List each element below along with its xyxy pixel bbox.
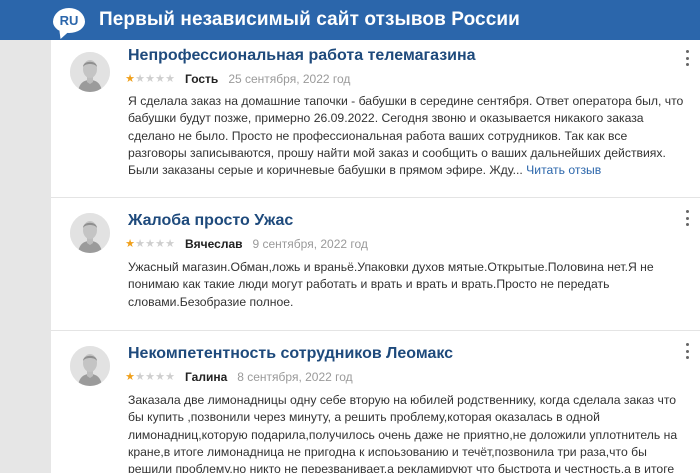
star-filled-icon: ★ [125, 238, 135, 250]
site-header: RU Первый независимый сайт отзывов Росси… [0, 0, 700, 40]
rating-stars: ★ ★ ★ ★ ★ [125, 73, 175, 85]
review-meta: ★ ★ ★ ★ ★ Галина 8 сентября, 2022 год [125, 370, 353, 384]
review-date: 25 сентября, 2022 год [228, 72, 351, 86]
review-item: Непрофессиональная работа телемагазина ★… [51, 40, 700, 198]
review-item: Некомпетентность сотрудников Леомакс ★ ★… [51, 331, 700, 473]
star-empty-icon: ★ [135, 238, 145, 250]
star-empty-icon: ★ [135, 371, 145, 383]
rating-stars: ★ ★ ★ ★ ★ [125, 371, 175, 383]
language-badge-label: RU [59, 12, 79, 28]
site-title[interactable]: Первый независимый сайт отзывов России [99, 9, 520, 31]
star-filled-icon: ★ [125, 73, 135, 85]
star-empty-icon: ★ [145, 371, 155, 383]
star-empty-icon: ★ [155, 238, 165, 250]
star-empty-icon: ★ [165, 73, 175, 85]
review-meta: ★ ★ ★ ★ ★ Вячеслав 9 сентября, 2022 год [125, 237, 368, 251]
language-badge[interactable]: RU [53, 7, 85, 33]
rating-stars: ★ ★ ★ ★ ★ [125, 238, 175, 250]
star-empty-icon: ★ [145, 238, 155, 250]
review-author: Вячеслав [185, 237, 243, 251]
review-title-link[interactable]: Некомпетентность сотрудников Леомакс [128, 345, 453, 363]
review-title-link[interactable]: Непрофессиональная работа телемагазина [128, 47, 476, 65]
review-meta: ★ ★ ★ ★ ★ Гость 25 сентября, 2022 год [125, 72, 350, 86]
review-date: 9 сентября, 2022 год [252, 237, 368, 251]
more-vertical-icon[interactable] [684, 343, 690, 359]
star-empty-icon: ★ [155, 73, 165, 85]
more-vertical-icon[interactable] [684, 50, 690, 66]
star-filled-icon: ★ [125, 371, 135, 383]
user-avatar-icon [70, 52, 110, 92]
review-item: Жалоба просто Ужас ★ ★ ★ ★ ★ Вячеслав 9 … [51, 198, 700, 331]
review-author: Галина [185, 370, 228, 384]
star-empty-icon: ★ [165, 371, 175, 383]
review-title-link[interactable]: Жалоба просто Ужас [128, 212, 293, 230]
user-avatar-icon [70, 213, 110, 253]
review-text: Я сделала заказ на домашние тапочки - ба… [128, 93, 688, 179]
read-more-link[interactable]: Читать отзыв [526, 163, 601, 177]
review-list: Непрофессиональная работа телемагазина ★… [51, 40, 700, 473]
star-empty-icon: ★ [145, 73, 155, 85]
review-text: Заказала две лимонадницы одну себе втору… [128, 393, 678, 473]
review-date: 8 сентября, 2022 год [237, 370, 353, 384]
star-empty-icon: ★ [165, 238, 175, 250]
more-vertical-icon[interactable] [684, 210, 690, 226]
star-empty-icon: ★ [135, 73, 145, 85]
review-text: Ужасный магазин.Обман,ложь и враньё.Упак… [128, 260, 654, 309]
review-author: Гость [185, 72, 219, 86]
user-avatar-icon [70, 346, 110, 386]
star-empty-icon: ★ [155, 371, 165, 383]
